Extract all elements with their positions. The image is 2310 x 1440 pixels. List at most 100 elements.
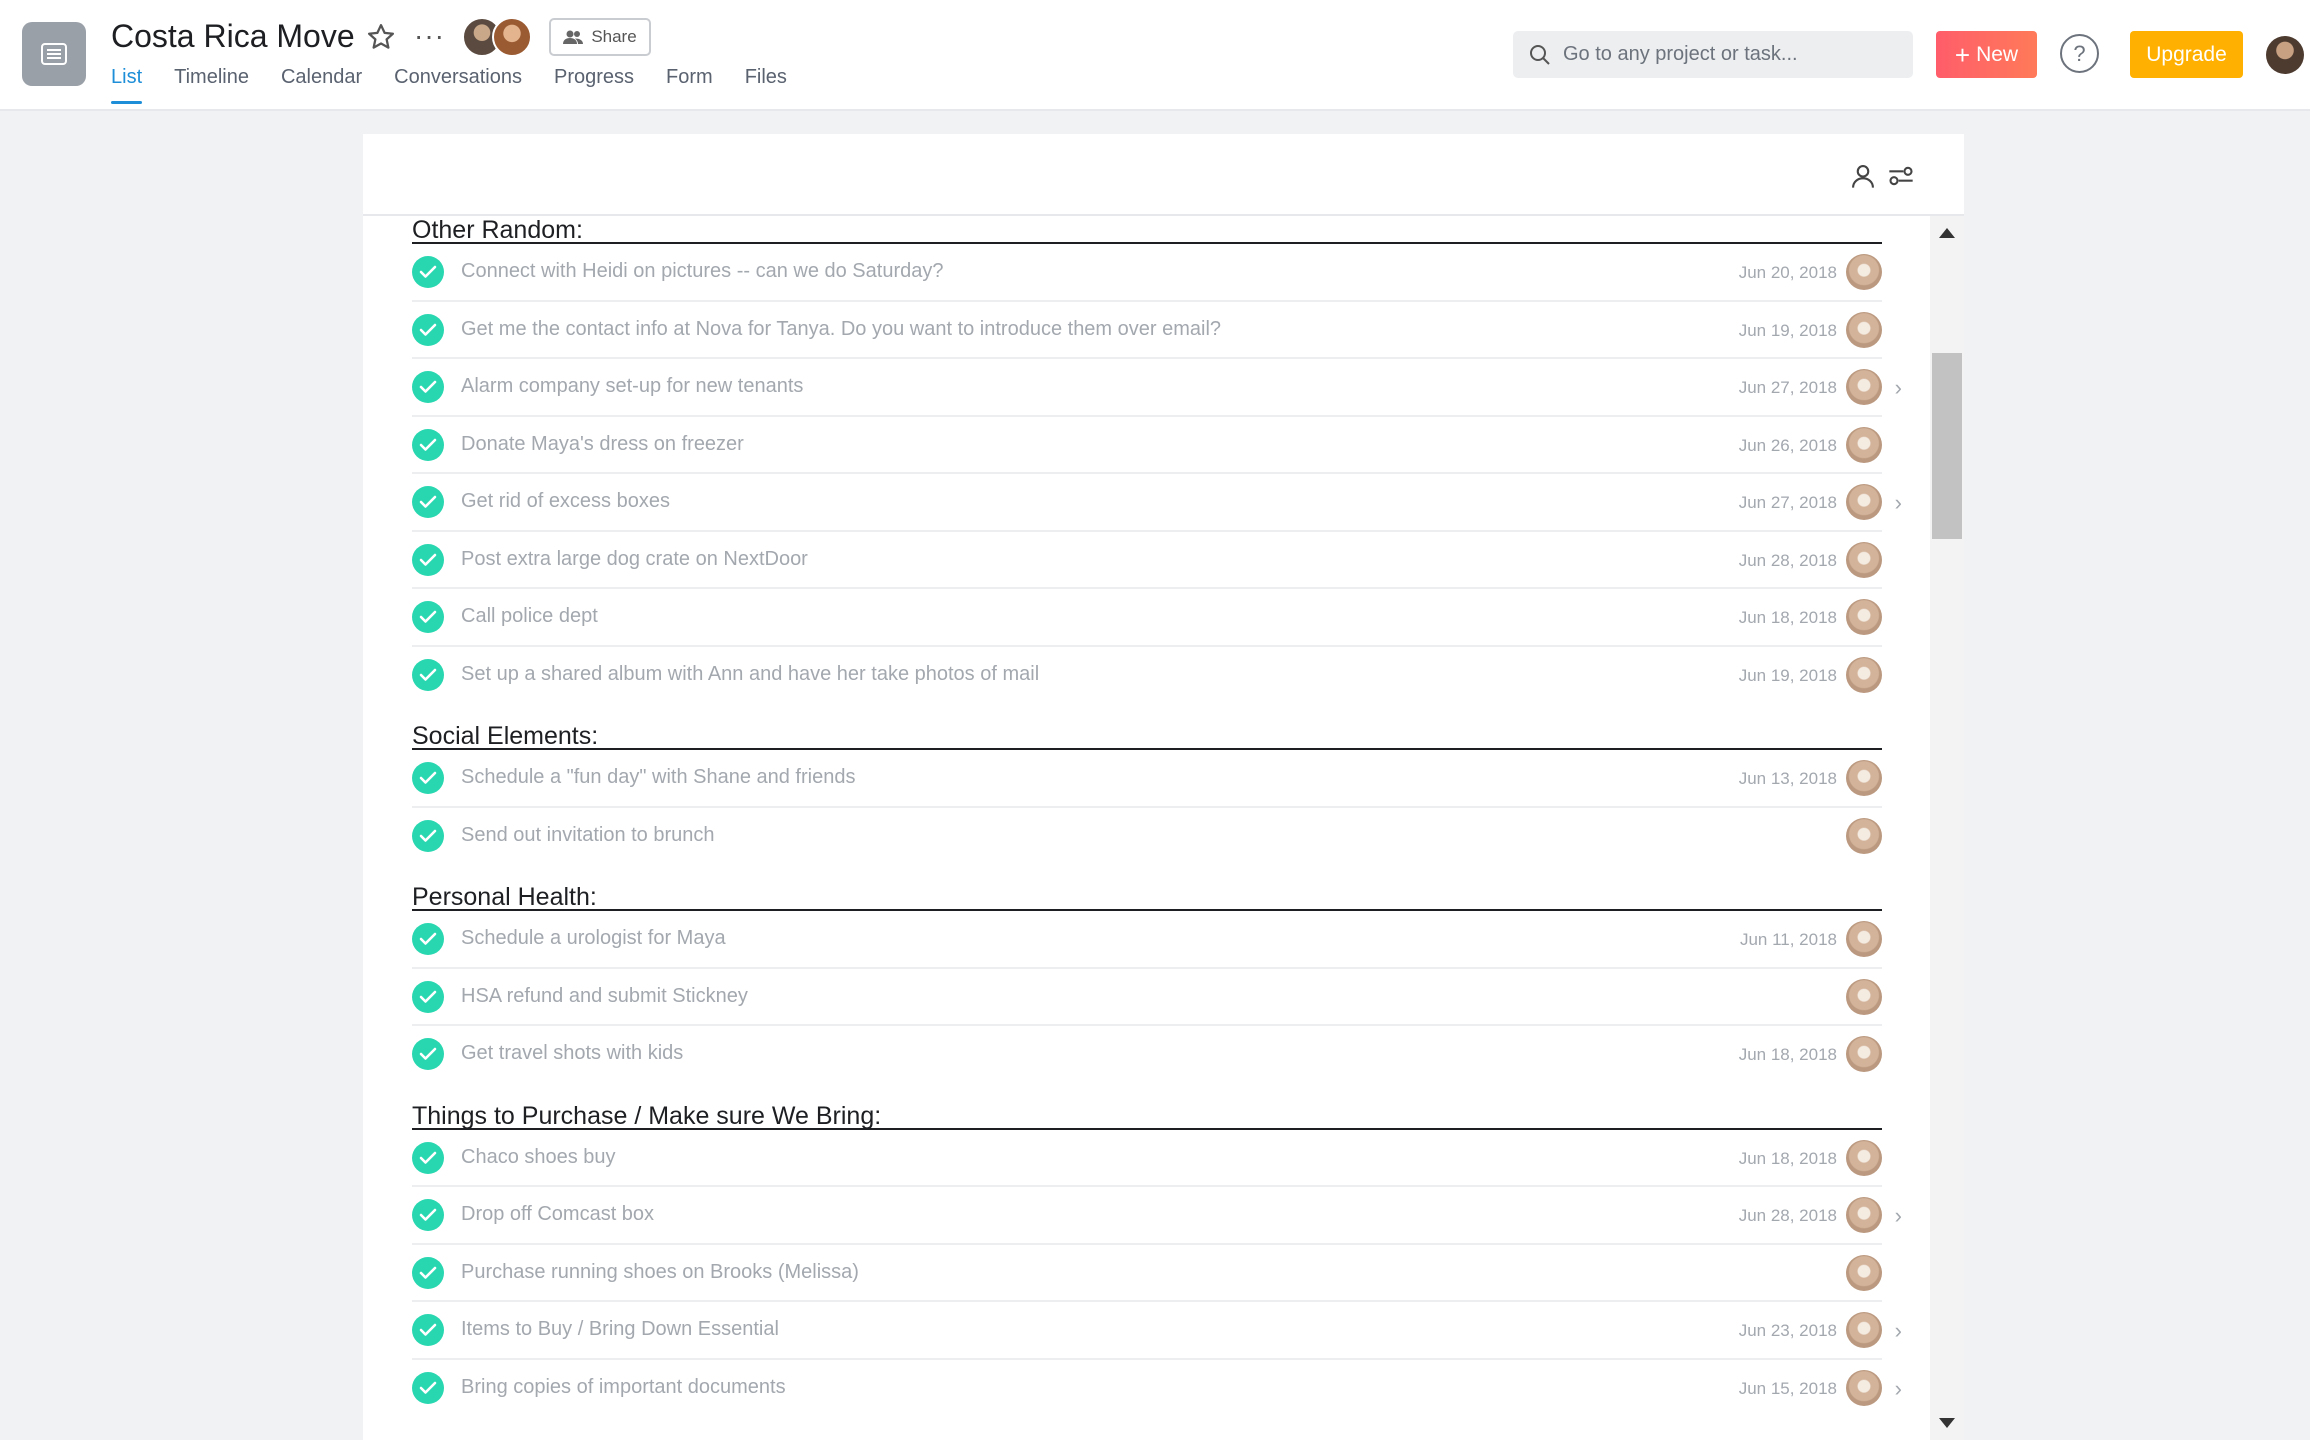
assignee-avatar[interactable] [1846, 1036, 1882, 1072]
tab-conversations[interactable]: Conversations [394, 66, 522, 103]
task-due-date[interactable]: Jun 11, 2018 [1740, 930, 1837, 950]
task-due-date[interactable]: Jun 28, 2018 [1739, 1206, 1837, 1226]
task-due-date[interactable]: Jun 13, 2018 [1739, 769, 1837, 789]
assignee-avatar[interactable] [1846, 1197, 1882, 1233]
completed-check-icon[interactable] [412, 1371, 444, 1404]
task-row[interactable]: Schedule a "fun day" with Shane and frie… [412, 750, 1882, 808]
completed-check-icon[interactable] [412, 1314, 444, 1346]
task-due-date[interactable]: Jun 27, 2018 [1739, 378, 1837, 398]
tab-files[interactable]: Files [745, 66, 787, 103]
chevron-right-icon[interactable]: › [1895, 1318, 1902, 1344]
assignee-avatar[interactable] [1846, 599, 1882, 635]
assignee-avatar[interactable] [1846, 1312, 1882, 1348]
assignee-avatar[interactable] [1846, 1254, 1882, 1291]
assignee-avatar[interactable] [1846, 760, 1882, 796]
tab-progress[interactable]: Progress [554, 66, 634, 103]
share-button[interactable]: Share [549, 18, 651, 56]
scrollbar[interactable] [1930, 216, 1964, 1440]
completed-check-icon[interactable] [412, 980, 444, 1013]
assignee-avatar[interactable] [1846, 656, 1882, 693]
assignee-avatar[interactable] [1846, 484, 1882, 520]
task-row[interactable]: Set up a shared album with Ann and have … [412, 647, 1882, 705]
scroll-up-arrow-icon[interactable] [1939, 228, 1955, 238]
tab-form[interactable]: Form [666, 66, 713, 103]
task-due-date[interactable]: Jun 23, 2018 [1739, 1321, 1837, 1341]
task-due-date[interactable]: Jun 19, 2018 [1739, 321, 1837, 341]
task-row[interactable]: Call police dept Jun 18, 2018 [412, 589, 1882, 647]
task-row[interactable]: Alarm company set-up for new tenants Jun … [412, 359, 1902, 417]
task-due-date[interactable]: Jun 18, 2018 [1739, 1045, 1837, 1065]
person-filter-icon[interactable] [1849, 162, 1877, 190]
task-row[interactable]: Items to Buy / Bring Down Essential Jun 2… [412, 1302, 1902, 1360]
completed-check-icon[interactable] [412, 543, 444, 576]
task-name[interactable]: Get rid of excess boxes [461, 490, 670, 513]
task-row[interactable]: Schedule a urologist for Maya Jun 11, 201… [412, 911, 1882, 969]
completed-check-icon[interactable] [412, 371, 444, 403]
completed-check-icon[interactable] [412, 256, 444, 288]
new-button[interactable]: + New [1936, 31, 2037, 78]
assignee-avatar[interactable] [1846, 369, 1882, 405]
task-name[interactable]: Purchase running shoes on Brooks (Meliss… [461, 1261, 859, 1284]
chevron-right-icon[interactable]: › [1895, 490, 1902, 516]
assignee-avatar[interactable] [1846, 1139, 1882, 1176]
assignee-avatar[interactable] [1846, 254, 1882, 290]
scroll-down-arrow-icon[interactable] [1939, 1418, 1955, 1428]
search-input[interactable] [1563, 43, 1893, 66]
section-title[interactable]: Personal Health: [412, 883, 1882, 911]
task-name[interactable]: Get me the contact info at Nova for Tany… [461, 318, 1221, 341]
filter-settings-icon[interactable] [1887, 162, 1915, 190]
completed-check-icon[interactable] [412, 658, 444, 691]
task-due-date[interactable]: Jun 18, 2018 [1739, 608, 1837, 628]
assignee-avatar[interactable] [1846, 921, 1882, 957]
task-name[interactable]: Post extra large dog crate on NextDoor [461, 548, 808, 571]
assignee-avatar[interactable] [1846, 541, 1882, 578]
task-name[interactable]: Items to Buy / Bring Down Essential [461, 1318, 779, 1341]
section-title[interactable]: Other Random: [412, 216, 1882, 244]
completed-check-icon[interactable] [412, 486, 444, 518]
tab-list[interactable]: List [111, 66, 143, 104]
task-row[interactable]: Post extra large dog crate on NextDoor Ju… [412, 532, 1882, 589]
completed-check-icon[interactable] [412, 1199, 444, 1231]
task-name[interactable]: Connect with Heidi on pictures -- can we… [461, 260, 943, 283]
assignee-avatar[interactable] [1846, 1369, 1882, 1406]
tab-timeline[interactable]: Timeline [174, 66, 249, 103]
completed-check-icon[interactable] [412, 601, 444, 633]
project-title[interactable]: Costa Rica Move [111, 18, 355, 55]
task-row[interactable]: Donate Maya's dress on freezer Jun 26, 20… [412, 417, 1882, 474]
task-name[interactable]: HSA refund and submit Stickney [461, 985, 748, 1008]
project-list-icon[interactable] [22, 22, 86, 86]
task-due-date[interactable]: Jun 20, 2018 [1739, 263, 1837, 283]
task-row[interactable]: HSA refund and submit Stickney [412, 969, 1882, 1026]
task-name[interactable]: Drop off Comcast box [461, 1203, 654, 1226]
task-row[interactable]: Drop off Comcast box Jun 28, 2018 › [412, 1187, 1902, 1245]
task-name[interactable]: Bring copies of important documents [461, 1376, 786, 1399]
assignee-avatar[interactable] [1846, 817, 1882, 854]
task-row[interactable]: Send out invitation to brunch [412, 808, 1882, 866]
more-options-icon[interactable]: ··· [414, 20, 445, 52]
task-name[interactable]: Call police dept [461, 605, 598, 628]
completed-check-icon[interactable] [412, 313, 444, 346]
completed-check-icon[interactable] [412, 1141, 444, 1174]
assignee-avatar[interactable] [1846, 978, 1882, 1015]
tab-calendar[interactable]: Calendar [281, 66, 362, 103]
assignee-avatar[interactable] [1846, 426, 1882, 463]
scrollbar-thumb[interactable] [1932, 353, 1962, 539]
task-due-date[interactable]: Jun 26, 2018 [1739, 436, 1837, 456]
task-row[interactable]: Bring copies of important documents Jun 1… [412, 1360, 1902, 1418]
completed-check-icon[interactable] [412, 819, 444, 852]
star-icon[interactable] [366, 22, 396, 52]
task-name[interactable]: Get travel shots with kids [461, 1042, 683, 1065]
completed-check-icon[interactable] [412, 762, 444, 794]
task-name[interactable]: Donate Maya's dress on freezer [461, 433, 744, 456]
task-row[interactable]: Get travel shots with kids Jun 18, 2018 [412, 1026, 1882, 1084]
task-row[interactable]: Purchase running shoes on Brooks (Meliss… [412, 1245, 1882, 1302]
task-name[interactable]: Alarm company set-up for new tenants [461, 375, 803, 398]
project-members[interactable] [462, 17, 532, 57]
task-row[interactable]: Chaco shoes buy Jun 18, 2018 [412, 1130, 1882, 1187]
task-row[interactable]: Get me the contact info at Nova for Tany… [412, 302, 1882, 359]
task-due-date[interactable]: Jun 19, 2018 [1739, 666, 1837, 686]
help-button[interactable]: ? [2060, 34, 2099, 73]
task-row[interactable]: Get rid of excess boxes Jun 27, 2018 › [412, 474, 1902, 532]
chevron-right-icon[interactable]: › [1895, 1376, 1902, 1402]
completed-check-icon[interactable] [412, 923, 444, 955]
